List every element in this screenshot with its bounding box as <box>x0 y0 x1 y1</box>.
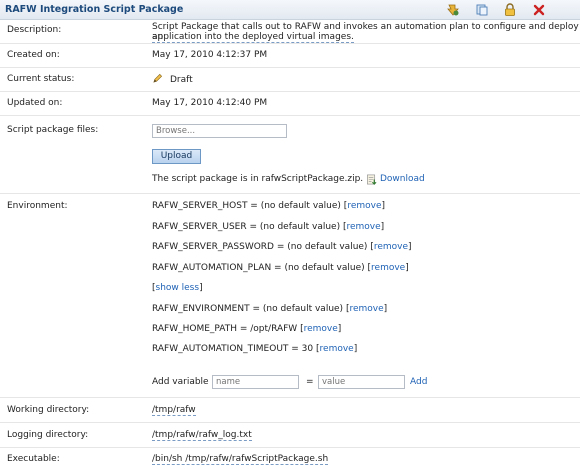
logging-dir-value[interactable]: /tmp/rafw/rafw_log.txt <box>152 430 252 441</box>
env-var-row: RAFW_HOME_PATH = /opt/RAFW [remove] <box>152 324 342 334</box>
add-variable-button[interactable]: Add <box>410 377 427 387</box>
executable-row: Executable: /bin/sh /tmp/rafw/rafwScript… <box>0 448 580 469</box>
variable-value-input[interactable] <box>318 375 405 389</box>
status-value: Draft <box>170 75 193 85</box>
remove-link[interactable]: remove <box>374 242 408 252</box>
files-info: The script package is in rafwScriptPacka… <box>152 174 364 184</box>
show-less-row: [show less] <box>152 283 203 293</box>
remove-link[interactable]: remove <box>304 324 338 334</box>
env-var-text: RAFW_SERVER_USER = (no default value) <box>152 222 341 232</box>
status-row: Current status: Draft <box>0 68 580 92</box>
env-var-row: RAFW_ENVIRONMENT = (no default value) [r… <box>152 304 388 314</box>
created-label: Created on: <box>7 50 60 60</box>
env-var-row: RAFW_AUTOMATION_TIMEOUT = 30 [remove] <box>152 344 358 354</box>
executable-value[interactable]: /bin/sh /tmp/rafw/rafwScriptPackage.sh <box>152 454 329 465</box>
show-less-link[interactable]: show less <box>156 283 200 293</box>
env-var-text: RAFW_SERVER_HOST = (no default value) <box>152 201 341 211</box>
files-label: Script package files: <box>7 125 99 135</box>
env-var-text: RAFW_HOME_PATH = /opt/RAFW <box>152 324 298 334</box>
logging-dir-row: Logging directory: /tmp/rafw/rafw_log.tx… <box>0 423 580 448</box>
created-value: May 17, 2010 4:12:37 PM <box>152 50 268 60</box>
env-var-row: RAFW_SERVER_HOST = (no default value) [r… <box>152 201 386 211</box>
download-icon[interactable] <box>366 174 377 185</box>
description-label: Description: <box>7 25 62 35</box>
created-row: Created on: May 17, 2010 4:12:37 PM <box>0 44 580 68</box>
updated-row: Updated on: May 17, 2010 4:12:40 PM <box>0 92 580 116</box>
env-var-row: RAFW_SERVER_USER = (no default value) [r… <box>152 222 385 232</box>
working-dir-value[interactable]: /tmp/rafw <box>152 405 196 416</box>
working-dir-row: Working directory: /tmp/rafw <box>0 398 580 423</box>
status-label: Current status: <box>7 74 75 84</box>
equals-sign: = <box>306 377 314 387</box>
remove-link[interactable]: remove <box>371 263 405 273</box>
draft-pencil-icon <box>153 73 163 83</box>
lock-icon[interactable] <box>503 3 517 17</box>
page-title: RAFW Integration Script Package <box>5 4 184 15</box>
description-row: Description: Script Package that calls o… <box>0 20 580 44</box>
remove-link[interactable]: remove <box>346 222 380 232</box>
env-var-text: RAFW_SERVER_PASSWORD = (no default value… <box>152 242 368 252</box>
title-bar: RAFW Integration Script Package <box>0 0 580 20</box>
logging-dir-label: Logging directory: <box>7 430 89 440</box>
upload-button[interactable]: Upload <box>152 149 201 164</box>
clone-icon[interactable] <box>446 3 460 17</box>
variable-name-input[interactable] <box>212 375 299 389</box>
remove-link[interactable]: remove <box>320 344 354 354</box>
remove-link[interactable]: remove <box>347 201 381 211</box>
add-variable-label: Add variable <box>152 377 209 387</box>
environment-row: Environment: RAFW_SERVER_HOST = (no defa… <box>0 194 580 398</box>
env-var-row: RAFW_SERVER_PASSWORD = (no default value… <box>152 242 412 252</box>
updated-label: Updated on: <box>7 98 63 108</box>
env-var-text: RAFW_ENVIRONMENT = (no default value) <box>152 304 344 314</box>
remove-link[interactable]: remove <box>349 304 383 314</box>
delete-icon[interactable] <box>532 3 546 17</box>
browse-input[interactable] <box>152 124 287 138</box>
environment-label: Environment: <box>7 201 68 211</box>
download-link[interactable]: Download <box>380 174 425 184</box>
updated-value: May 17, 2010 4:12:40 PM <box>152 98 268 108</box>
description-line-2[interactable]: application into the deployed virtual im… <box>152 32 354 43</box>
env-var-text: RAFW_AUTOMATION_TIMEOUT = 30 <box>152 344 314 354</box>
working-dir-label: Working directory: <box>7 405 90 415</box>
env-var-text: RAFW_AUTOMATION_PLAN = (no default value… <box>152 263 365 273</box>
env-var-row: RAFW_AUTOMATION_PLAN = (no default value… <box>152 263 409 273</box>
export-icon[interactable] <box>475 3 489 17</box>
executable-label: Executable: <box>7 454 60 464</box>
files-row: Script package files: Upload The script … <box>0 116 580 194</box>
